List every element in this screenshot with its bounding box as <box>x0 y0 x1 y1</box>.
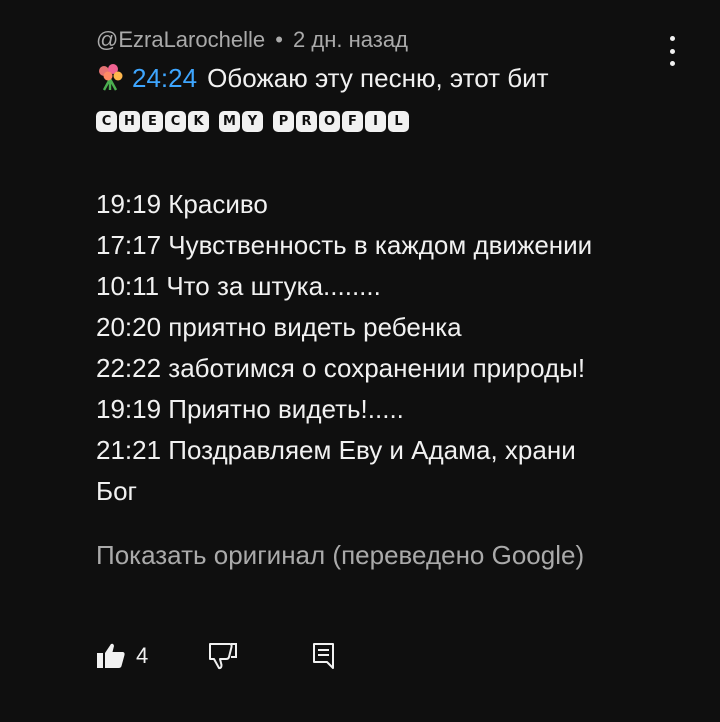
comment-line: 10:11 Что за штука........ <box>96 271 381 301</box>
like-count: 4 <box>136 643 149 668</box>
comment-actions: 4 <box>96 640 356 676</box>
timestamp-link[interactable]: 24:24 <box>132 63 197 93</box>
thumbs-down-icon <box>209 643 237 670</box>
reply-button[interactable] <box>312 642 336 675</box>
boxed-letter: M <box>219 110 240 132</box>
boxed-letter: L <box>388 110 409 132</box>
comment-meta: @EzraLarochelle • 2 дн. назад <box>96 22 666 58</box>
comment-line: 22:22 заботимся о сохранении природы! <box>96 353 586 383</box>
show-original-link[interactable]: Показать оригинал (переведено Google) <box>96 540 584 571</box>
like-button[interactable]: 4 <box>96 642 148 670</box>
comment: @EzraLarochelle • 2 дн. назад 24:24 Обожа… <box>96 22 666 512</box>
boxed-letter: P <box>273 110 294 132</box>
boxed-letter: R <box>296 110 317 132</box>
dislike-button[interactable] <box>208 642 238 675</box>
author-handle[interactable]: @EzraLarochelle <box>96 27 265 52</box>
boxed-letter: I <box>365 110 386 132</box>
comment-line: 21:21 Поздравляем Еву и Адама, храни <box>96 435 576 465</box>
comment-line: 20:20 приятно видеть ребенка <box>96 312 462 342</box>
boxed-text: CHECKMYPROFIL <box>96 99 666 143</box>
comment-line: 17:17 Чувственность в каждом движении <box>96 230 593 260</box>
boxed-letter: K <box>188 110 209 132</box>
comment-line: Бог <box>96 476 138 506</box>
comment-time: 2 дн. назад <box>293 27 408 52</box>
boxed-word: CHECK <box>96 110 211 132</box>
meta-separator: • <box>275 27 283 52</box>
boxed-word: MY <box>219 110 265 132</box>
comment-line: 19:19 Приятно видеть!..... <box>96 394 404 424</box>
flower-bouquet-icon <box>99 64 123 91</box>
reply-icon <box>313 643 334 669</box>
boxed-letter: H <box>119 110 140 132</box>
boxed-letter: F <box>342 110 363 132</box>
boxed-word: PROFIL <box>273 110 411 132</box>
comment-first-line: 24:24 Обожаю эту песню, этот бит <box>96 58 666 99</box>
boxed-letter: C <box>96 110 117 132</box>
thumbs-up-icon <box>97 643 125 668</box>
comment-body: 19:19 Красиво 17:17 Чувственность в кажд… <box>96 184 666 512</box>
boxed-letter: E <box>142 110 163 132</box>
comment-text: Обожаю эту песню, этот бит <box>207 63 549 93</box>
boxed-letter: Y <box>242 110 263 132</box>
more-vertical-icon[interactable] <box>662 36 682 66</box>
boxed-letter: C <box>165 110 186 132</box>
comment-line: 19:19 Красиво <box>96 189 268 219</box>
boxed-letter: O <box>319 110 340 132</box>
